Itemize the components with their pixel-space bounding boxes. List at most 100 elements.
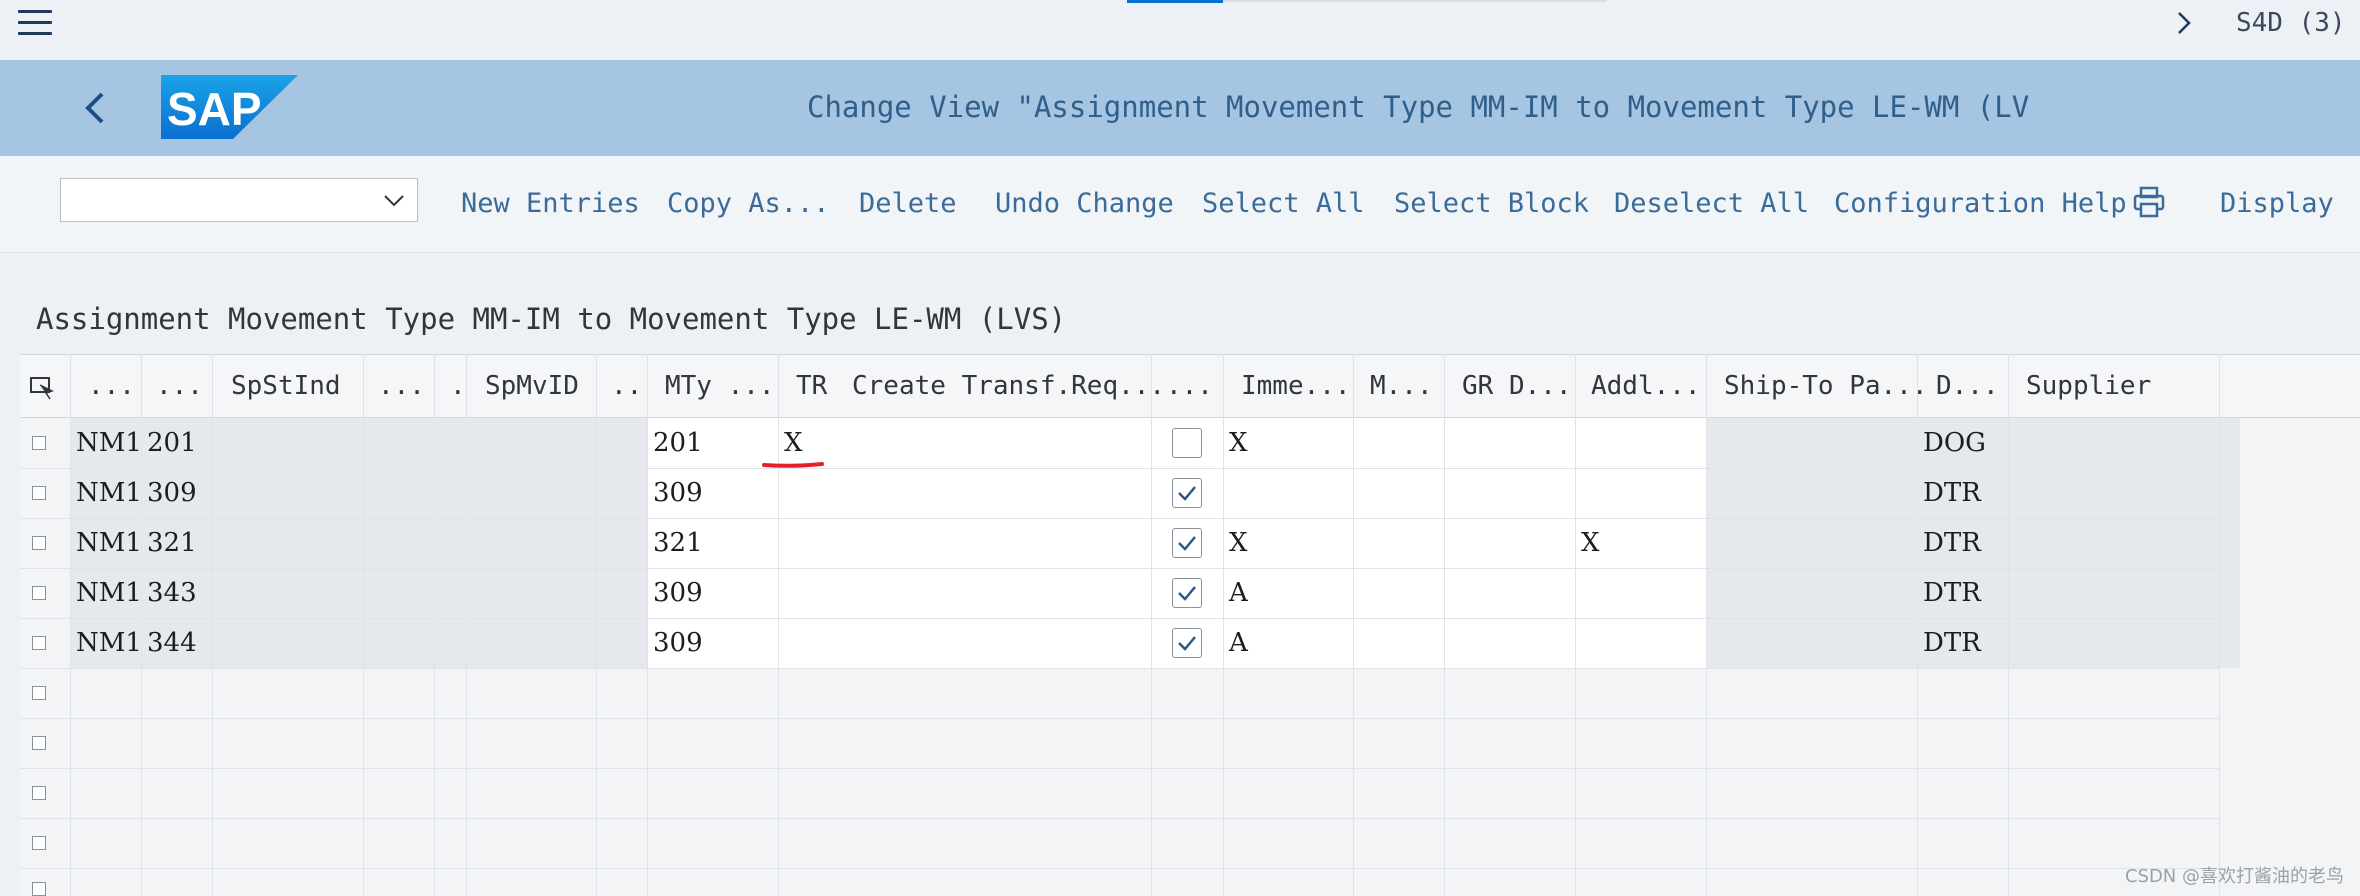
table-control: ... ... SpStInd ... . SpMvID .. MTy ... … [20, 354, 2360, 896]
checkmark-icon [1178, 486, 1196, 501]
shell-bar [0, 0, 2360, 60]
grid-line [647, 354, 648, 896]
row-selector[interactable] [32, 486, 46, 500]
row-selector[interactable] [32, 436, 46, 450]
checkbox-checked[interactable] [1172, 628, 1202, 658]
cell-mty[interactable]: 309 [653, 628, 703, 658]
cell-mty[interactable]: 309 [653, 578, 703, 608]
svg-text:SAP: SAP [167, 83, 262, 135]
watermark: CSDN @喜欢打酱油的老鸟 [2124, 866, 2344, 887]
grid-line [1151, 354, 1152, 896]
grid-line [20, 618, 2220, 619]
new-entries-button[interactable]: New Entries [461, 188, 640, 219]
cell-imme[interactable]: X [1229, 528, 1248, 558]
chevron-right-icon[interactable] [2174, 9, 2194, 37]
cell-col1: NM1 [76, 528, 142, 558]
cell-col2: 321 [147, 528, 197, 558]
cell-addl[interactable]: X [1581, 528, 1600, 558]
cell-col1: NM1 [76, 428, 142, 458]
column-header-ship-to-pa[interactable]: Ship-To Pa... [1724, 371, 1928, 401]
sap-logo: SAP [161, 75, 298, 139]
grid-line [20, 718, 2220, 719]
command-dropdown[interactable] [60, 178, 418, 222]
grid-line [2008, 354, 2009, 896]
checkbox-checked[interactable] [1172, 478, 1202, 508]
cell-d: DTR [1923, 628, 1981, 658]
back-icon[interactable] [78, 84, 112, 132]
page-title: Change View "Assignment Movement Type MM… [807, 90, 2030, 124]
checkbox-checked[interactable] [1172, 528, 1202, 558]
grid-line [1223, 354, 1224, 896]
undo-change-button[interactable]: Undo Change [995, 188, 1174, 219]
column-header-create-transf-req[interactable]: Create Transf.Req... [852, 371, 1165, 401]
cell-mty[interactable]: 309 [653, 478, 703, 508]
grid-line [1706, 354, 1707, 896]
column-header[interactable]: ... [1166, 371, 1213, 401]
grid-line [70, 354, 71, 896]
column-header[interactable]: ... [156, 371, 203, 401]
red-underline-annotation [762, 462, 824, 468]
select-block-button[interactable]: Select Block [1394, 188, 1589, 219]
checkbox-unchecked[interactable] [1172, 428, 1202, 458]
delete-button[interactable]: Delete [859, 188, 957, 219]
row-selector[interactable] [32, 882, 46, 896]
active-tab-indicator [1127, 0, 1223, 3]
grid-line [20, 518, 2220, 519]
grid-line [466, 354, 467, 896]
grid-line [20, 768, 2220, 769]
column-header[interactable]: ... [88, 371, 135, 401]
grid-line [363, 354, 364, 896]
cell-col1: NM1 [76, 628, 142, 658]
cell-col2: 344 [147, 628, 197, 658]
cell-d: DTR [1923, 578, 1981, 608]
column-header-spmvid[interactable]: SpMvID [485, 371, 579, 401]
row-selector[interactable] [32, 786, 46, 800]
column-header-addl[interactable]: Addl... [1591, 371, 1701, 401]
select-all-button[interactable]: Select All [1202, 188, 1365, 219]
menu-icon[interactable] [18, 10, 52, 36]
cell-imme[interactable]: X [1229, 428, 1248, 458]
checkmark-icon [1178, 536, 1196, 551]
checkbox-checked[interactable] [1172, 578, 1202, 608]
cell-imme[interactable]: A [1229, 578, 1248, 608]
column-header-mty[interactable]: MTy ... [665, 371, 775, 401]
printer-icon[interactable] [2132, 185, 2166, 219]
grid-line [434, 354, 435, 896]
display-button[interactable]: Display [2220, 188, 2334, 219]
row-selector[interactable] [32, 586, 46, 600]
column-header-d[interactable]: D... [1936, 371, 1999, 401]
column-header-supplier[interactable]: Supplier [2026, 371, 2151, 401]
cell-tr[interactable]: X [784, 428, 803, 458]
deselect-all-button[interactable]: Deselect All [1614, 188, 1809, 219]
row-selector[interactable] [32, 536, 46, 550]
column-header[interactable]: . [450, 371, 466, 401]
column-settings-icon[interactable] [28, 373, 56, 401]
column-header-gr-d[interactable]: GR D... [1462, 371, 1572, 401]
grid-line [212, 354, 213, 896]
cell-imme[interactable]: A [1229, 628, 1248, 658]
row-selector[interactable] [32, 636, 46, 650]
cell-mty[interactable]: 201 [653, 428, 703, 458]
table-title: Assignment Movement Type MM-IM to Moveme… [36, 302, 1067, 336]
column-header[interactable]: .. [611, 371, 642, 401]
checkmark-icon [1178, 636, 1196, 651]
grid-line [20, 818, 2220, 819]
column-header-m[interactable]: M... [1370, 371, 1433, 401]
cell-col2: 201 [147, 428, 197, 458]
cell-mty[interactable]: 321 [653, 528, 703, 558]
row-selector[interactable] [32, 736, 46, 750]
cell-col1: NM1 [76, 478, 142, 508]
row-selector[interactable] [32, 836, 46, 850]
column-header-spstind[interactable]: SpStInd [231, 371, 341, 401]
column-header-imme[interactable]: Imme... [1241, 371, 1351, 401]
grid-line [1575, 354, 1576, 896]
column-header-tr[interactable]: TR [796, 371, 827, 401]
cell-d: DTR [1923, 528, 1981, 558]
copy-as-button[interactable]: Copy As... [667, 188, 830, 219]
row-selector[interactable] [32, 686, 46, 700]
cell-d: DTR [1923, 478, 1981, 508]
cell-col2: 343 [147, 578, 197, 608]
grid-line [20, 468, 2220, 469]
column-header[interactable]: ... [378, 371, 425, 401]
configuration-help-button[interactable]: Configuration Help [1834, 188, 2127, 219]
